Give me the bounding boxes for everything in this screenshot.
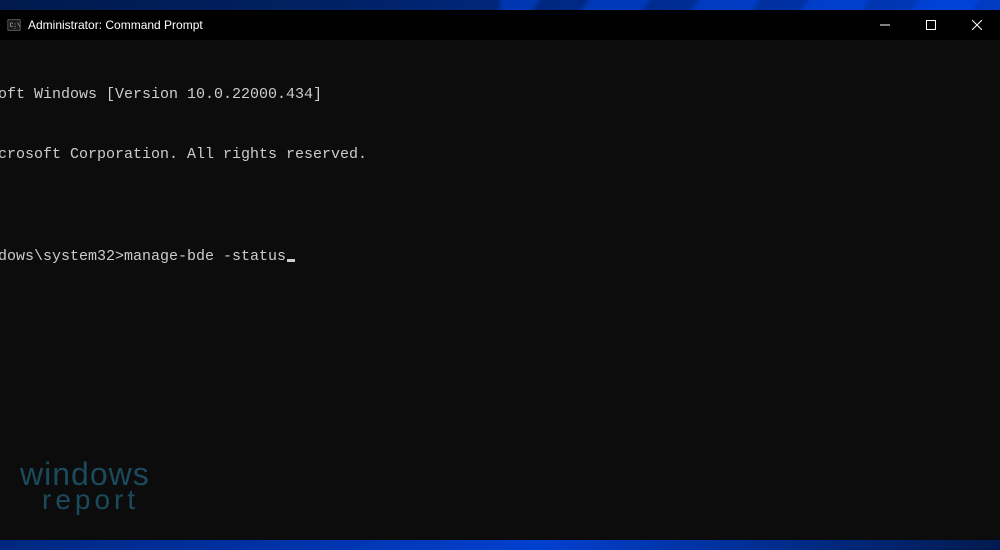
terminal-area[interactable]: osoft Windows [Version 10.0.22000.434] M… xyxy=(0,40,1000,540)
svg-text:_: _ xyxy=(13,26,17,31)
command-prompt-icon: C:\ _ xyxy=(6,17,22,33)
close-button[interactable] xyxy=(954,10,1000,40)
prompt-path: indows\system32> xyxy=(0,247,124,267)
window-title: Administrator: Command Prompt xyxy=(28,18,203,32)
maximize-button[interactable] xyxy=(908,10,954,40)
titlebar-left: C:\ _ Administrator: Command Prompt xyxy=(0,17,203,33)
minimize-button[interactable] xyxy=(862,10,908,40)
command-input[interactable]: manage-bde -status xyxy=(124,247,286,267)
window-controls xyxy=(862,10,1000,40)
output-line: Microsoft Corporation. All rights reserv… xyxy=(0,145,1000,165)
titlebar[interactable]: C:\ _ Administrator: Command Prompt xyxy=(0,10,1000,40)
output-line: osoft Windows [Version 10.0.22000.434] xyxy=(0,85,1000,105)
command-prompt-window: C:\ _ Administrator: Command Prompt osof… xyxy=(0,10,1000,540)
cursor-icon xyxy=(287,259,295,262)
prompt-line: indows\system32>manage-bde -status xyxy=(0,247,1000,267)
